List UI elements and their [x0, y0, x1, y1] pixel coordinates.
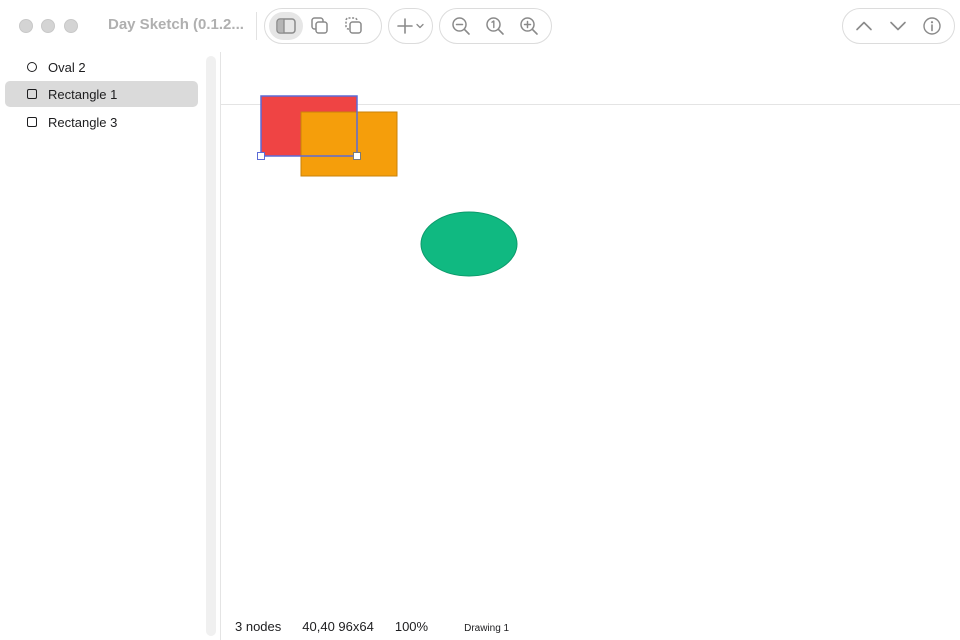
toolbar-zoom-group [439, 8, 552, 44]
layers-sidebar: Oval 2 Rectangle 1 Rectangle 3 [0, 52, 219, 640]
oval-icon [27, 62, 37, 72]
oval-2-shape[interactable] [420, 211, 518, 277]
zoom-out-icon [452, 17, 470, 35]
rectangle-icon [27, 117, 37, 127]
add-icon [396, 18, 424, 34]
copy-icon [345, 17, 362, 34]
window-title: Day Sketch (0.1.2... [108, 16, 244, 33]
sidebar-item-label: Oval 2 [48, 59, 86, 75]
zoom-actual-size-button[interactable] [478, 12, 512, 40]
title-bar: Day Sketch (0.1.2... [0, 0, 960, 52]
rectangle-icon [27, 89, 37, 99]
sidebar-scrollbar[interactable] [206, 56, 216, 636]
sidebar-toggle-icon [276, 18, 296, 34]
window-close-button[interactable] [19, 19, 33, 33]
add-menu-button[interactable] [389, 12, 432, 40]
chevron-down-icon [890, 21, 906, 31]
sidebar-item-rectangle-3[interactable]: Rectangle 3 [5, 109, 198, 135]
status-bar: 3 nodes 40,40 96x64 100% Drawing 1 [235, 619, 509, 634]
zoom-in-button[interactable] [512, 12, 546, 40]
sidebar-item-oval-2[interactable]: Oval 2 [5, 54, 198, 80]
canvas-shapes [257, 95, 518, 277]
window-zoom-button[interactable] [64, 19, 78, 33]
copy-button[interactable] [337, 12, 371, 40]
window-minimize-button[interactable] [41, 19, 55, 33]
resize-handle-bottom-right[interactable] [353, 152, 361, 160]
zoom-out-button[interactable] [444, 12, 478, 40]
sidebar-item-label: Rectangle 3 [48, 114, 118, 130]
title-separator [256, 12, 257, 40]
selection-geometry: 40,40 96x64 [302, 619, 374, 634]
move-up-button[interactable] [847, 12, 881, 40]
toolbar-nav-group [842, 8, 955, 44]
info-button[interactable] [915, 12, 949, 40]
zoom-level: 100% [394, 619, 429, 634]
drawing-canvas[interactable] [221, 52, 960, 640]
sidebar-item-rectangle-1[interactable]: Rectangle 1 [5, 81, 198, 107]
toolbar-view-group [264, 8, 382, 44]
duplicate-button[interactable] [303, 12, 337, 40]
zoom-actual-icon [486, 17, 504, 35]
node-count: 3 nodes [235, 619, 282, 634]
info-icon [923, 17, 941, 35]
document-name: Drawing 1 [464, 623, 510, 634]
move-down-button[interactable] [881, 12, 915, 40]
toggle-sidebar-button[interactable] [269, 12, 303, 40]
duplicate-icon [311, 17, 328, 34]
resize-handle-bottom-left[interactable] [257, 152, 265, 160]
zoom-in-icon [520, 17, 538, 35]
chevron-up-icon [856, 21, 872, 31]
toolbar-add-group [388, 8, 433, 44]
sidebar-item-label: Rectangle 1 [48, 86, 118, 102]
rectangle-3-shape[interactable] [300, 111, 398, 177]
